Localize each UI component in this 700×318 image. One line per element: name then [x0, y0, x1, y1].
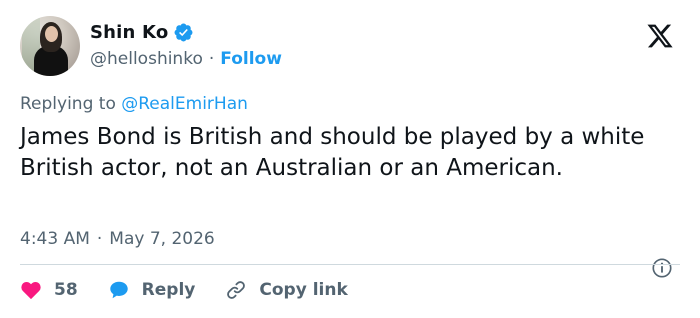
avatar-face: [45, 26, 58, 42]
reply-mention-link[interactable]: @RealEmirHan: [121, 94, 248, 114]
action-bar: 58 Reply Copy link: [20, 278, 378, 302]
copy-link-button[interactable]: Copy link: [225, 279, 348, 301]
user-handle[interactable]: @helloshinko: [90, 49, 203, 69]
x-logo-icon[interactable]: [645, 22, 675, 50]
replying-prefix: Replying to: [20, 94, 116, 114]
verified-badge-icon: [174, 23, 193, 42]
separator-dot: ·: [208, 49, 215, 69]
separator-dot: ·: [96, 229, 103, 249]
like-button[interactable]: 58: [20, 279, 78, 301]
like-count: 58: [54, 280, 78, 300]
link-icon: [227, 281, 246, 299]
name-row: Shin Ko: [90, 22, 194, 43]
follow-button[interactable]: Follow: [220, 49, 282, 69]
handle-row: @helloshinko · Follow: [90, 49, 282, 69]
copy-link-label: Copy link: [259, 280, 348, 300]
reply-bubble-icon: [109, 281, 128, 299]
divider: [20, 264, 680, 265]
tweet-date: May 7, 2026: [109, 229, 215, 249]
info-icon[interactable]: [651, 257, 673, 279]
display-name[interactable]: Shin Ko: [90, 22, 168, 43]
reply-button[interactable]: Reply: [108, 279, 196, 301]
heart-icon: [21, 281, 41, 300]
replying-to: Replying to @RealEmirHan: [20, 94, 248, 114]
timestamp-row[interactable]: 4:43 AM · May 7, 2026: [20, 229, 215, 249]
tweet-time: 4:43 AM: [20, 229, 90, 249]
avatar[interactable]: [20, 16, 80, 76]
tweet-text: James Bond is British and should be play…: [20, 124, 645, 181]
tweet-card: Shin Ko @helloshinko · Follow Replying t…: [0, 0, 700, 318]
reply-label: Reply: [141, 280, 196, 300]
